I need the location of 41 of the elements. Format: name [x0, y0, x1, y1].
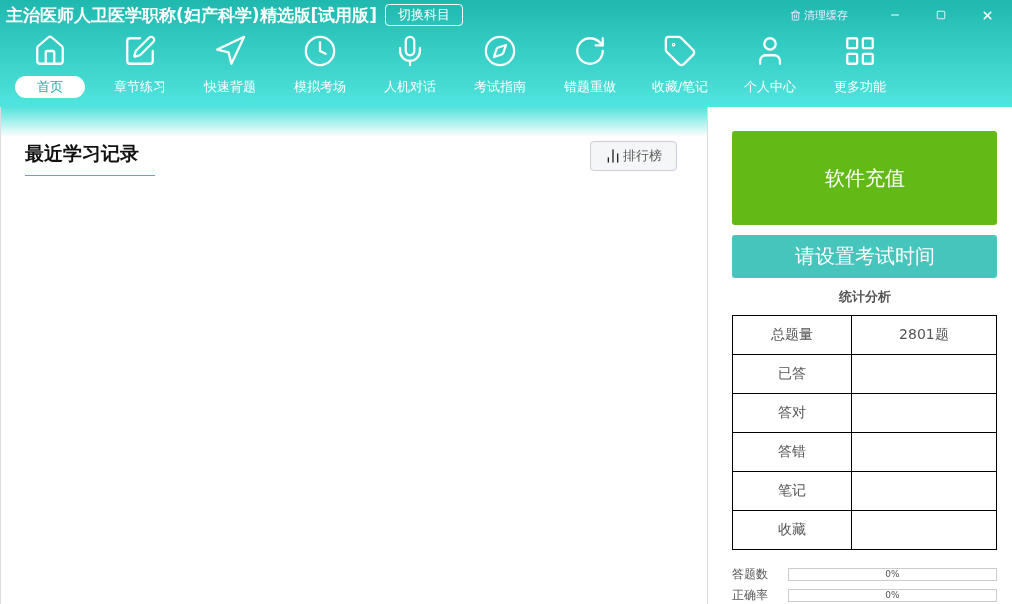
table-cell: 已答 — [732, 354, 852, 394]
clear-cache-button[interactable]: 清理缓存 — [790, 7, 848, 23]
nav-tab[interactable]: 快速背题 — [195, 76, 265, 98]
nav-tab[interactable]: 章节练习 — [105, 76, 175, 98]
grid-icon[interactable] — [843, 34, 877, 68]
nav-tab[interactable]: 人机对话 — [375, 76, 445, 98]
nav-tab[interactable]: 考试指南 — [465, 76, 535, 98]
switch-subject-button[interactable]: 切换科目 — [385, 4, 464, 26]
close-icon — [980, 8, 994, 22]
progress-label: 答题数 — [732, 566, 769, 583]
table-cell: 答对 — [732, 393, 852, 433]
table-cell: 2801题 — [851, 315, 997, 355]
ranking-button[interactable]: 排行榜 — [590, 141, 677, 171]
refresh-icon[interactable] — [573, 34, 607, 68]
navigation-arrow-icon[interactable] — [213, 34, 247, 68]
progress-label: 正确率 — [732, 587, 769, 604]
section-title: 最近学习记录 — [25, 141, 155, 176]
tag-icon[interactable] — [663, 34, 697, 68]
table-cell: 总题量 — [732, 315, 852, 355]
progress-reading: 0% — [884, 590, 901, 601]
trash-icon — [790, 9, 801, 21]
nav-tab[interactable]: 更多功能 — [825, 76, 895, 98]
recharge-button[interactable]: 软件充值 — [732, 131, 997, 225]
stats-title: 统计分析 — [837, 288, 892, 306]
maximize-icon — [936, 10, 946, 20]
window-title: 主治医师人卫医学职称(妇产科学)精选版[试用版] — [6, 3, 378, 27]
compass-icon[interactable] — [483, 34, 517, 68]
bar-chart-icon — [605, 148, 621, 164]
home-icon[interactable] — [33, 34, 67, 68]
edit-icon[interactable] — [123, 34, 157, 68]
table-cell: 收藏 — [732, 510, 852, 550]
table-cell: 笔记 — [732, 471, 852, 511]
nav-tab[interactable]: 个人中心 — [735, 76, 805, 98]
progress-reading: 0% — [884, 569, 901, 580]
exam-time-button[interactable]: 请设置考试时间 — [732, 235, 997, 278]
nav-tab[interactable]: 首页 — [15, 76, 85, 98]
clock-icon[interactable] — [303, 34, 337, 68]
nav-tab[interactable]: 收藏/笔记 — [645, 76, 715, 98]
nav-tab[interactable]: 模拟考场 — [285, 76, 355, 98]
nav-tab[interactable]: 错题重做 — [555, 76, 625, 98]
table-cell: 答错 — [732, 432, 852, 472]
